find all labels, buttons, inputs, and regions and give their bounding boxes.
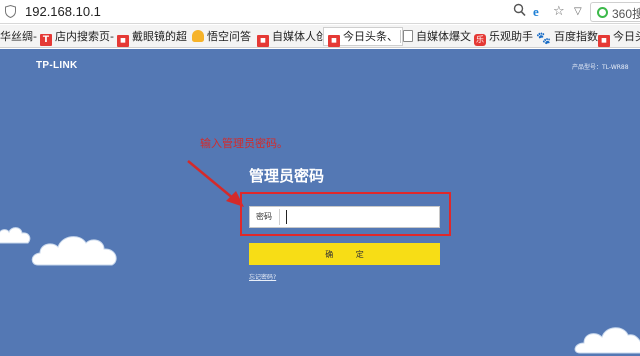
- search-box[interactable]: 360搜: [590, 2, 640, 22]
- bookmark-item[interactable]: ■ 自媒体人创: [257, 28, 327, 47]
- annotation-text: 输入管理员密码。: [200, 137, 288, 150]
- 360-search-logo: [597, 7, 608, 18]
- t-logo-icon: T: [40, 34, 52, 46]
- bookmark-item[interactable]: 乐乐观助手: [474, 28, 533, 46]
- bookmark-label: 自媒体爆文: [416, 30, 471, 43]
- bookmark-item[interactable]: ■今日头条: [598, 28, 640, 47]
- bookmark-item[interactable]: 华丝绸-: [0, 28, 37, 45]
- shield-icon[interactable]: [5, 5, 16, 18]
- bookmark-label: 百度指数: [553, 30, 598, 43]
- chevron-down-icon[interactable]: ▽: [574, 3, 582, 21]
- bookmark-label: 戴眼镜的超: [132, 30, 187, 43]
- field-divider: [279, 209, 280, 225]
- bookmark-separator: [400, 30, 401, 43]
- star-icon[interactable]: ☆: [553, 3, 565, 21]
- bookmarks-bar: 华丝绸- T 店内搜索页- ■ 戴眼镜的超 悟空问答 ■ 自媒体人创 ■ 今日头条、 自…: [0, 25, 640, 48]
- bookmark-label: 自媒体人创: [272, 30, 327, 43]
- bookmark-label: 华丝绸-: [0, 30, 37, 43]
- bookmark-item[interactable]: 🐾 百度指数: [536, 28, 598, 45]
- model-label: 产品型号：TL-WR88: [572, 64, 629, 71]
- bookmark-label: 店内搜索页-: [55, 30, 114, 43]
- badge-icon: ■: [117, 35, 129, 47]
- forgot-password-link[interactable]: 忘记密码?: [249, 272, 276, 281]
- password-field[interactable]: 密码: [249, 206, 440, 228]
- bookmark-item[interactable]: ■ 今日头条、: [323, 27, 403, 47]
- password-input[interactable]: [288, 208, 436, 226]
- badge-icon: ■: [257, 35, 269, 47]
- badge-icon: ■: [328, 35, 340, 47]
- paw-icon: 🐾: [536, 31, 551, 45]
- cloud-decoration: [0, 227, 31, 244]
- brand-logo: TP-LINK: [36, 60, 78, 71]
- document-icon: [403, 30, 413, 42]
- bookmark-item[interactable]: 自媒体爆文: [403, 28, 471, 45]
- confirm-button[interactable]: 确 定: [249, 243, 440, 265]
- bookmark-item[interactable]: 悟空问答: [192, 28, 251, 45]
- search-input[interactable]: 360搜: [612, 5, 640, 22]
- router-login-page: TP-LINK 产品型号：TL-WR88 输入管理员密码。 管理员密码 密码 确…: [0, 49, 640, 356]
- bookmark-item[interactable]: ■ 戴眼镜的超: [117, 28, 187, 47]
- le-icon: 乐: [474, 34, 486, 46]
- bookmark-item[interactable]: T 店内搜索页-: [40, 28, 114, 46]
- wukong-icon: [192, 30, 204, 42]
- login-title: 管理员密码: [249, 167, 325, 185]
- bookmark-label: 乐观助手: [489, 30, 533, 43]
- bookmark-label: 今日头条、: [343, 30, 398, 43]
- url-field[interactable]: 192.168.10.1: [25, 4, 101, 19]
- password-label: 密码: [256, 212, 272, 221]
- bookmark-label: 今日头条: [613, 30, 640, 43]
- ie-compat-icon[interactable]: e: [533, 3, 539, 21]
- cloud-decoration: [31, 236, 117, 266]
- search-icon[interactable]: [513, 3, 526, 21]
- text-caret: [286, 210, 287, 224]
- cloud-decoration: [574, 327, 640, 354]
- address-bar: 192.168.10.1 e ☆ ▽ 360搜: [0, 0, 640, 24]
- badge-icon: ■: [598, 35, 610, 47]
- bookmark-label: 悟空问答: [207, 30, 251, 43]
